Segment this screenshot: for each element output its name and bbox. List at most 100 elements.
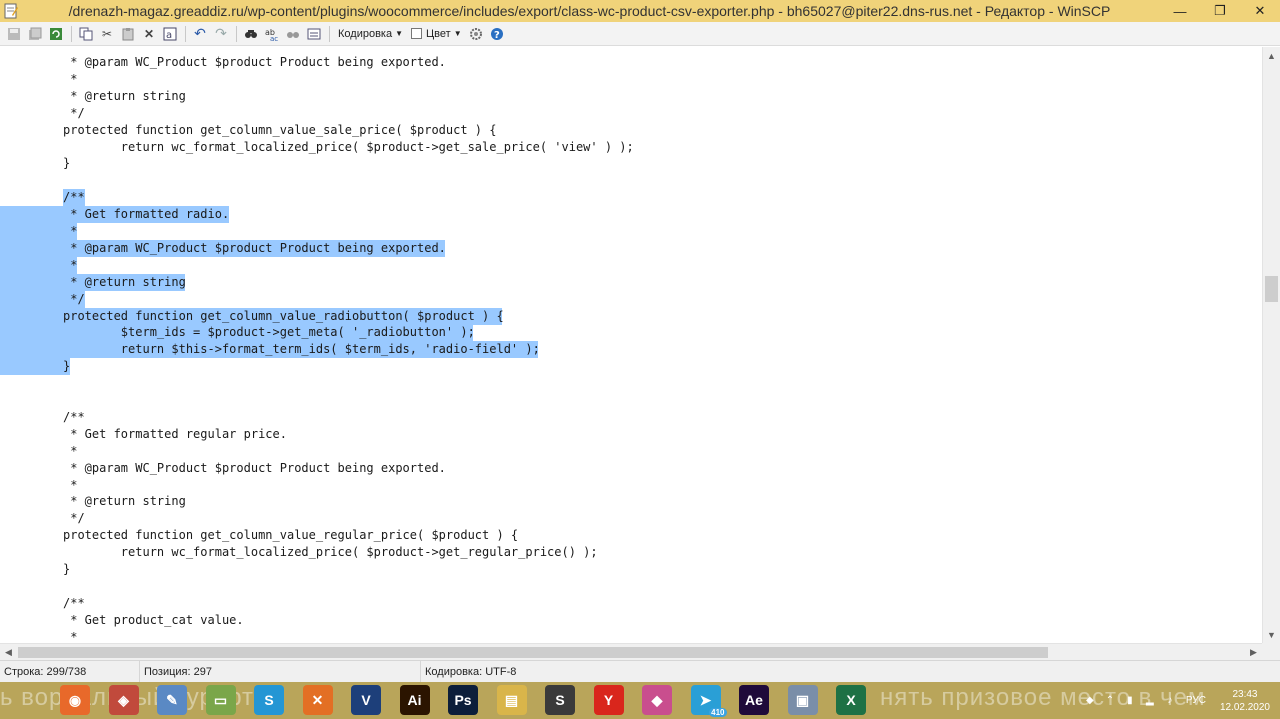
- goto-line-icon[interactable]: [304, 24, 324, 44]
- code-line[interactable]: }: [0, 358, 1262, 376]
- code-line[interactable]: return wc_format_localized_price( $produ…: [0, 544, 1262, 561]
- telegram-icon[interactable]: ➤ 410: [690, 685, 727, 717]
- code-line[interactable]: * @param WC_Product $product Product bei…: [0, 54, 1262, 71]
- code-line[interactable]: *: [0, 71, 1262, 88]
- paint-icon[interactable]: ✎: [157, 685, 187, 715]
- code-line-text: *: [63, 257, 78, 272]
- code-line-text: * @param WC_Product $product Product bei…: [63, 240, 446, 255]
- code-line[interactable]: protected function get_column_value_radi…: [0, 307, 1262, 325]
- code-line[interactable]: * @param WC_Product $product Product bei…: [0, 460, 1262, 477]
- code-line[interactable]: protected function get_column_value_regu…: [0, 527, 1262, 544]
- code-line[interactable]: $term_ids = $product->get_meta( '_radiob…: [0, 324, 1262, 342]
- notes-icon[interactable]: ▭: [205, 685, 236, 715]
- code-line[interactable]: return wc_format_localized_price( $produ…: [0, 139, 1262, 156]
- vertical-scrollbar[interactable]: ▲ ▼: [1262, 47, 1280, 643]
- code-line-text: * @return string: [63, 494, 186, 509]
- code-editor[interactable]: * @param WC_Product $product Product bei…: [0, 47, 1262, 643]
- illustrator-icon[interactable]: Ai: [399, 685, 430, 715]
- language-indicator[interactable]: РУС: [1186, 694, 1206, 708]
- replace-icon[interactable]: ab ac: [262, 24, 282, 44]
- code-line[interactable]: * @param WC_Product $product Product bei…: [0, 239, 1262, 257]
- code-line[interactable]: /**: [0, 409, 1262, 426]
- undo-icon[interactable]: ↶: [190, 24, 210, 44]
- help-icon[interactable]: ?: [487, 24, 507, 44]
- cut-icon[interactable]: ✂: [97, 24, 117, 44]
- file-explorer-icon[interactable]: ▤: [496, 685, 527, 715]
- preferences-gear-icon[interactable]: [466, 24, 486, 44]
- code-line[interactable]: protected function get_column_value_sale…: [0, 122, 1262, 139]
- code-line[interactable]: *: [0, 223, 1262, 240]
- color-checkbox[interactable]: [411, 28, 423, 39]
- delete-icon[interactable]: ✕: [139, 24, 159, 44]
- code-line[interactable]: /**: [0, 189, 1262, 207]
- scroll-down-arrow-icon[interactable]: ▼: [1263, 626, 1280, 643]
- selection-highlight: [0, 358, 71, 376]
- encoding-dropdown[interactable]: Кодировка ▼: [338, 28, 403, 40]
- code-line[interactable]: [0, 578, 1262, 595]
- code-line[interactable]: * @return string: [0, 273, 1262, 291]
- svg-text:?: ?: [494, 30, 500, 41]
- close-button[interactable]: ✕: [1240, 0, 1280, 22]
- find-icon[interactable]: [241, 24, 261, 44]
- code-line-text: *: [63, 629, 78, 643]
- color-dropdown[interactable]: Цвет ▼: [411, 28, 462, 40]
- firefox-icon[interactable]: ◉: [60, 685, 90, 715]
- encoding-dropdown-label: Кодировка: [338, 27, 393, 40]
- code-line[interactable]: *: [0, 256, 1262, 274]
- code-line[interactable]: */: [0, 105, 1262, 122]
- code-line[interactable]: [0, 172, 1262, 189]
- figma-icon[interactable]: ◆: [642, 685, 672, 715]
- sublime-icon[interactable]: S: [545, 685, 575, 715]
- code-line[interactable]: }: [0, 155, 1262, 172]
- code-line[interactable]: }: [0, 561, 1262, 578]
- horizontal-scrollbar[interactable]: ◀ ▶: [0, 643, 1262, 660]
- photoshop-icon[interactable]: Ps: [448, 685, 478, 715]
- visual-studio-icon[interactable]: V: [351, 685, 381, 715]
- code-line-text: protected function get_column_value_radi…: [63, 308, 504, 323]
- network-icon[interactable]: ▂: [1143, 694, 1157, 708]
- vertical-scroll-thumb[interactable]: [1265, 276, 1278, 302]
- reload-icon[interactable]: [46, 24, 66, 44]
- select-all-icon[interactable]: a: [160, 24, 180, 44]
- horizontal-scroll-thumb[interactable]: [18, 647, 1048, 658]
- show-hidden-icons-chevron-icon[interactable]: ⌃: [1103, 694, 1117, 708]
- save-icon[interactable]: [4, 24, 24, 44]
- photos-icon[interactable]: ◈: [108, 685, 139, 715]
- redo-icon[interactable]: ↷: [211, 24, 231, 44]
- code-line[interactable]: * @return string: [0, 493, 1262, 510]
- xampp-icon[interactable]: ✕: [302, 685, 333, 715]
- code-line[interactable]: *: [0, 477, 1262, 494]
- code-line[interactable]: * Get formatted radio.: [0, 206, 1262, 224]
- scroll-left-arrow-icon[interactable]: ◀: [0, 644, 17, 661]
- code-line[interactable]: */: [0, 510, 1262, 527]
- scroll-right-arrow-icon[interactable]: ▶: [1245, 644, 1262, 661]
- volume-icon[interactable]: ♪: [1163, 694, 1177, 708]
- code-line[interactable]: * @return string: [0, 88, 1262, 105]
- restore-button[interactable]: ❐: [1200, 0, 1240, 22]
- code-line[interactable]: *: [0, 629, 1262, 643]
- yandex-icon[interactable]: Y: [593, 685, 624, 715]
- excel-icon[interactable]: X: [836, 685, 866, 715]
- scroll-up-arrow-icon[interactable]: ▲: [1263, 47, 1280, 64]
- code-line[interactable]: [0, 392, 1262, 409]
- winscp-icon[interactable]: ▣: [787, 685, 818, 715]
- code-line[interactable]: /**: [0, 595, 1262, 612]
- code-line[interactable]: * Get formatted regular price.: [0, 426, 1262, 443]
- dropbox-icon[interactable]: ◆: [1083, 694, 1097, 708]
- copy-icon[interactable]: [76, 24, 96, 44]
- battery-icon[interactable]: ▮: [1123, 694, 1137, 708]
- taskbar-clock[interactable]: 23:43 12.02.2020: [1220, 688, 1270, 714]
- code-line[interactable]: */: [0, 290, 1262, 308]
- minimize-button[interactable]: —: [1160, 0, 1200, 22]
- code-line[interactable]: return $this->format_term_ids( $term_ids…: [0, 341, 1262, 359]
- code-line[interactable]: * Get product_cat value.: [0, 612, 1262, 629]
- skype-icon[interactable]: S: [254, 685, 284, 715]
- paste-icon[interactable]: [118, 24, 138, 44]
- after-effects-icon[interactable]: Ae: [739, 685, 769, 715]
- toolbar-separator: [236, 25, 237, 42]
- code-line[interactable]: [0, 375, 1262, 392]
- code-line[interactable]: *: [0, 443, 1262, 460]
- editor-app-icon: [3, 3, 19, 19]
- save-all-icon[interactable]: [25, 24, 45, 44]
- find-next-icon[interactable]: [283, 24, 303, 44]
